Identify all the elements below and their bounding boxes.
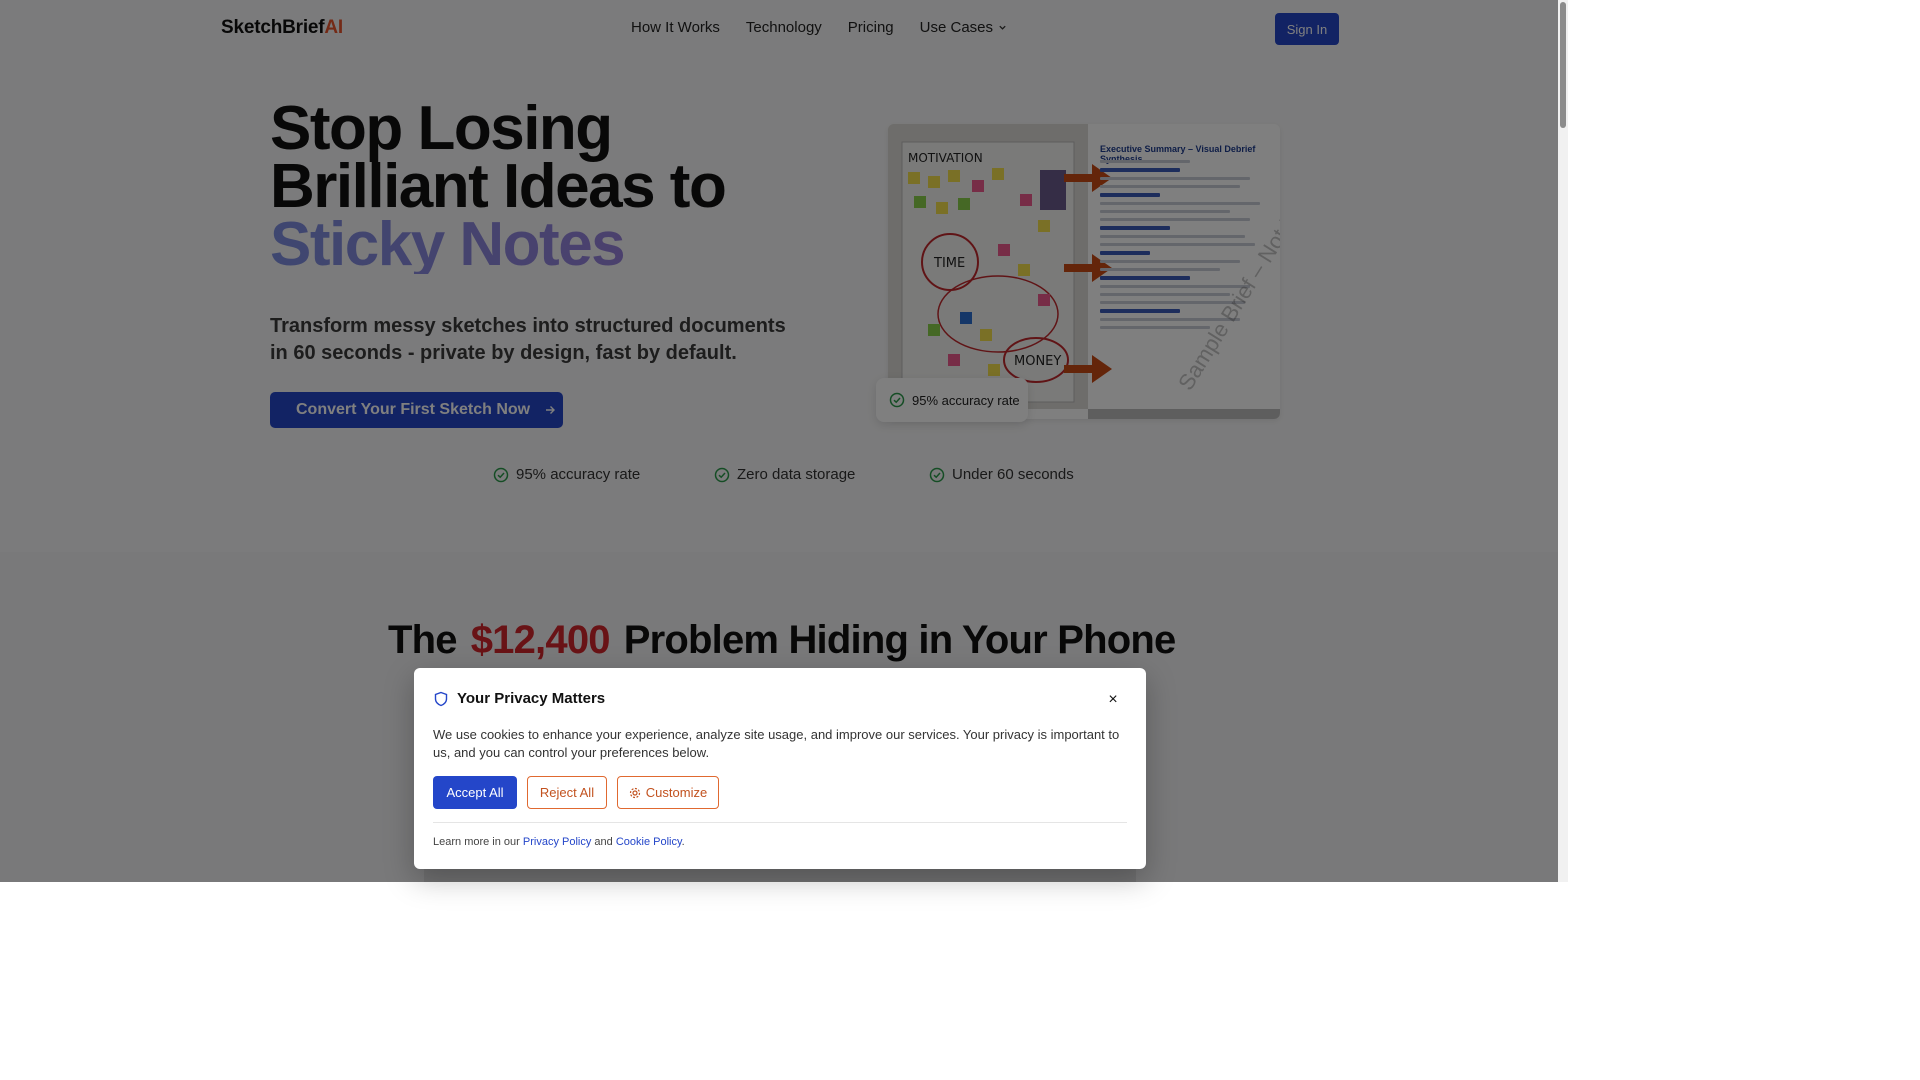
scrollbar-thumb[interactable] (1560, 2, 1566, 128)
reject-all-button[interactable]: Reject All (527, 776, 607, 809)
cookie-dialog-footer: Learn more in our Privacy Policy and Coo… (433, 836, 685, 848)
page-scrollbar[interactable] (1558, 0, 1568, 882)
accept-all-button[interactable]: Accept All (433, 776, 517, 809)
shield-icon (434, 691, 448, 706)
gear-icon (629, 787, 640, 798)
cookie-dialog-text: We use cookies to enhance your experienc… (433, 727, 1120, 760)
close-icon[interactable]: × (1105, 691, 1121, 708)
privacy-policy-link[interactable]: Privacy Policy (523, 836, 591, 848)
cookie-consent-dialog: Your Privacy Matters × We use cookies to… (414, 668, 1146, 869)
customize-button[interactable]: Customize (617, 776, 719, 809)
cookie-dialog-title: Your Privacy Matters (457, 690, 606, 707)
footer-and: and (594, 836, 613, 848)
footer-prefix: Learn more in our (433, 836, 520, 848)
customize-label: Customize (645, 785, 708, 800)
cookie-buttons: Accept All Reject All Customize (433, 776, 719, 809)
cookie-policy-link[interactable]: Cookie Policy (616, 836, 682, 848)
divider (433, 822, 1127, 823)
cookie-dialog-header: Your Privacy Matters (433, 690, 605, 707)
